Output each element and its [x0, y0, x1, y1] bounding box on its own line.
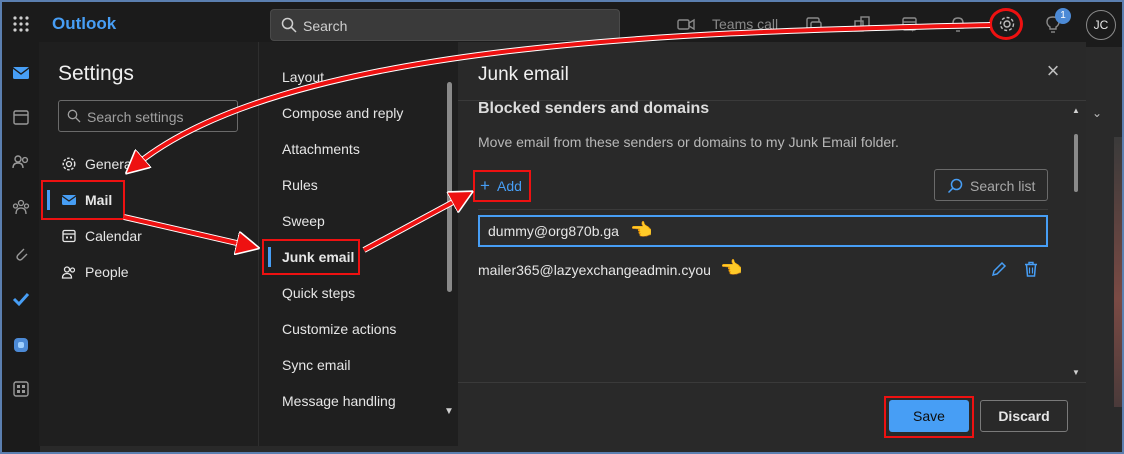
divider [478, 209, 1048, 210]
search-icon [947, 178, 963, 194]
more-apps-icon[interactable] [11, 379, 31, 399]
mail-highlight [41, 180, 125, 220]
scrollbar-thumb[interactable] [1074, 134, 1078, 192]
divider [458, 382, 1086, 383]
nav-customize-label: Customize actions [282, 321, 397, 337]
nav-compose-label: Compose and reply [282, 105, 404, 121]
search-list-label: Search list [970, 178, 1036, 194]
junk-email-pane: Junk email × Blocked senders and domains… [458, 42, 1086, 446]
nav-quick-steps[interactable]: Quick steps [259, 276, 449, 310]
nav-general-label: General [85, 156, 135, 172]
office-apps-icon[interactable] [852, 14, 872, 34]
nav-general[interactable]: General [39, 147, 258, 181]
calendar-app-icon[interactable] [11, 107, 31, 127]
teams-call-label[interactable]: Teams call [712, 16, 778, 32]
nav-calendar[interactable]: Calendar [39, 219, 258, 253]
todo-app-icon[interactable] [11, 289, 31, 309]
calendar-edit-icon[interactable] [900, 14, 920, 34]
scroll-up-icon[interactable]: ▲ [1072, 106, 1080, 115]
search-settings-placeholder: Search settings [87, 109, 184, 125]
global-search-input[interactable]: Search [270, 9, 620, 41]
settings-dialog: Settings Search settings General Mail Ca… [39, 42, 1086, 446]
top-bar: Outlook Search Teams call 1 JC [2, 2, 1122, 47]
nav-customize-actions[interactable]: Customize actions [259, 312, 449, 346]
people-app-icon[interactable] [11, 152, 31, 172]
delete-icon[interactable] [1022, 260, 1040, 278]
app-rail [2, 47, 40, 452]
nav-people[interactable]: People [39, 255, 258, 289]
nav-layout-label: Layout [282, 69, 325, 85]
scroll-down-icon[interactable]: ▼ [444, 406, 454, 417]
nav-sync-email[interactable]: Sync email [259, 348, 449, 382]
search-icon [281, 17, 297, 33]
add-label: Add [497, 178, 522, 194]
section-description: Move email from these senders or domains… [478, 134, 899, 150]
nav-compose-and-reply[interactable]: Compose and reply [259, 96, 449, 130]
discard-button[interactable]: Discard [980, 400, 1068, 432]
nav-people-label: People [85, 264, 129, 280]
video-call-icon[interactable] [676, 14, 696, 34]
nav-calendar-label: Calendar [85, 228, 142, 244]
close-icon[interactable]: × [1044, 60, 1062, 82]
my-day-icon[interactable] [804, 14, 824, 34]
blocked-sender-input-value: dummy@org870b.ga [488, 223, 619, 239]
groups-app-icon[interactable] [11, 197, 31, 217]
nav-message-handling-label: Message handling [282, 393, 396, 409]
app-title[interactable]: Outlook [52, 14, 116, 34]
blocked-sender-input[interactable]: dummy@org870b.ga [478, 215, 1048, 247]
pointing-hand-icon: 👈 [720, 258, 743, 278]
paperclip-icon[interactable] [11, 243, 31, 263]
blocked-sender-entry: mailer365@lazyexchangeadmin.cyou [478, 262, 711, 278]
pointing-hand-icon: 👈 [630, 220, 653, 240]
settings-categories: Settings Search settings General Mail Ca… [39, 42, 258, 446]
add-sender-button[interactable]: + Add [473, 170, 531, 202]
nav-attachments-label: Attachments [282, 141, 360, 157]
scroll-down-icon[interactable]: ▼ [1072, 368, 1080, 377]
settings-title: Settings [58, 62, 134, 85]
chevron-down-icon[interactable]: ⌄ [1092, 106, 1102, 120]
outlook-window: Outlook Search Teams call 1 JC ⌄ Setting… [0, 0, 1124, 454]
section-title: Blocked senders and domains [478, 100, 710, 117]
plus-icon: + [480, 176, 490, 195]
search-placeholder: Search [303, 18, 348, 34]
search-icon [67, 109, 81, 123]
save-button[interactable]: Save [889, 400, 969, 432]
nav-sweep[interactable]: Sweep [259, 204, 449, 238]
edit-icon[interactable] [990, 260, 1008, 278]
junk-email-highlight [262, 239, 360, 275]
nav-rules-label: Rules [282, 177, 318, 193]
nav-rules[interactable]: Rules [259, 168, 449, 202]
mail-app-icon[interactable] [11, 63, 31, 83]
people-icon [61, 264, 77, 280]
gear-icon [61, 156, 77, 172]
nav-attachments[interactable]: Attachments [259, 132, 449, 166]
notification-badge: 1 [1055, 8, 1071, 24]
calendar-icon [61, 228, 77, 244]
nav-quick-steps-label: Quick steps [282, 285, 356, 301]
scrollbar-thumb[interactable] [447, 82, 452, 292]
search-settings-input[interactable]: Search settings [58, 100, 238, 132]
nav-layout[interactable]: Layout [259, 60, 449, 94]
divider [458, 100, 1086, 101]
settings-highlight [989, 8, 1023, 40]
nav-sync-label: Sync email [282, 357, 351, 373]
mail-settings-nav: Layout Compose and reply Attachments Rul… [258, 42, 458, 446]
nav-message-handling[interactable]: Message handling [259, 384, 449, 418]
viva-app-icon[interactable] [11, 335, 31, 355]
app-launcher-icon[interactable] [12, 15, 30, 33]
nav-sweep-label: Sweep [282, 213, 325, 229]
pane-title: Junk email [478, 64, 569, 85]
search-list-button[interactable]: Search list [934, 169, 1048, 201]
background-image [1114, 137, 1122, 407]
avatar[interactable]: JC [1086, 10, 1116, 40]
bell-icon[interactable] [948, 14, 968, 34]
